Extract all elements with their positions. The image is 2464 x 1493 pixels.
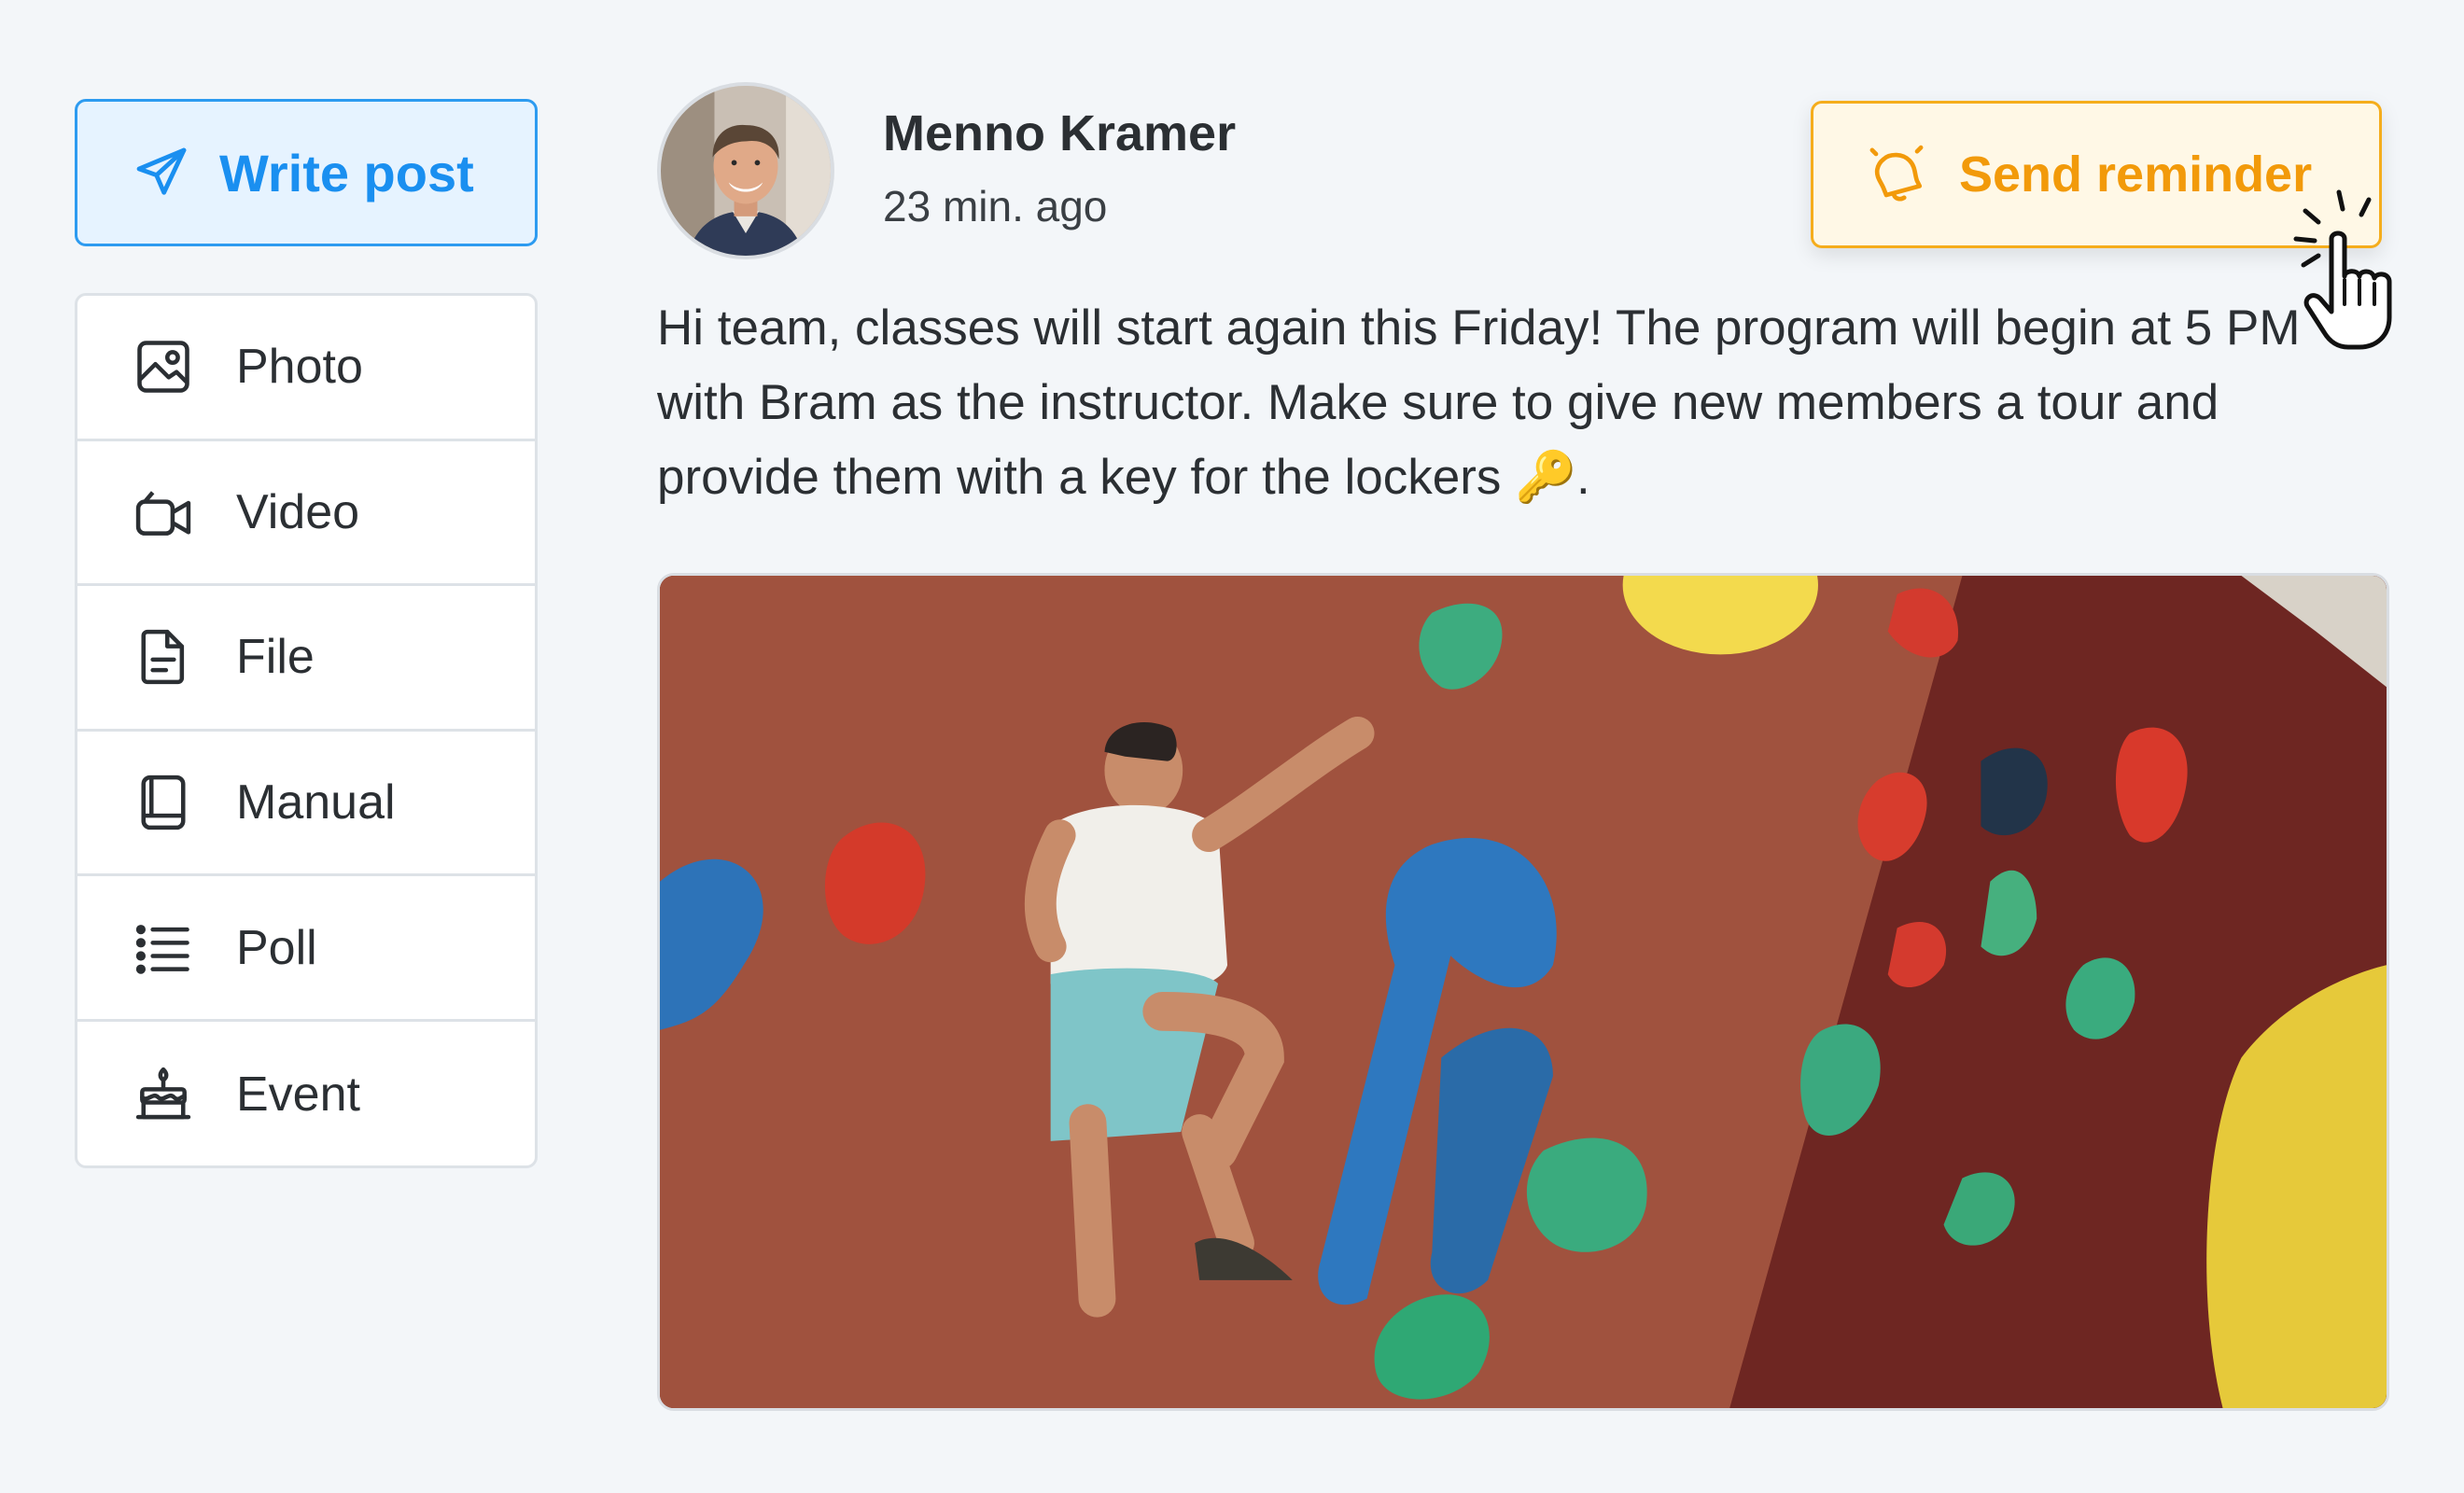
menu-item-file[interactable]: File bbox=[77, 586, 535, 732]
menu-item-label: Poll bbox=[236, 920, 317, 975]
menu-item-event[interactable]: Event bbox=[77, 1022, 535, 1165]
video-icon bbox=[135, 491, 191, 536]
author-name[interactable]: Menno Kramer bbox=[883, 105, 1236, 162]
file-icon bbox=[141, 630, 185, 685]
climbing-wall-image bbox=[660, 576, 2387, 1408]
menu-item-poll[interactable]: Poll bbox=[77, 876, 535, 1022]
menu-item-photo[interactable]: Photo bbox=[77, 296, 535, 441]
pointer-hand-cursor-icon bbox=[2293, 189, 2392, 350]
poll-icon bbox=[135, 924, 189, 974]
manual-icon bbox=[141, 774, 186, 830]
avatar-portrait bbox=[661, 86, 831, 256]
send-reminder-label: Send reminder bbox=[1959, 147, 2313, 202]
photo-icon bbox=[137, 341, 189, 394]
post-type-menu: Photo Video File Manual Poll Event bbox=[75, 293, 538, 1168]
send-plane-icon bbox=[136, 147, 187, 195]
menu-item-manual[interactable]: Manual bbox=[77, 732, 535, 877]
menu-item-label: Video bbox=[236, 484, 360, 539]
post-body-text: Hi team, classes will start again this F… bbox=[657, 300, 2301, 505]
write-post-button[interactable]: Write post bbox=[75, 99, 538, 246]
post-photo[interactable] bbox=[657, 573, 2389, 1411]
menu-item-label: Manual bbox=[236, 775, 396, 830]
bell-ringing-icon bbox=[1869, 145, 1924, 202]
app-stage: Write post Photo Video File Manual Poll … bbox=[0, 0, 2464, 1493]
menu-item-video[interactable]: Video bbox=[77, 441, 535, 587]
event-cake-icon bbox=[135, 1067, 191, 1120]
menu-item-label: Photo bbox=[236, 340, 363, 395]
author-avatar[interactable] bbox=[657, 82, 834, 259]
write-post-label: Write post bbox=[219, 143, 474, 202]
menu-item-label: File bbox=[236, 630, 315, 685]
post-timestamp: 23 min. ago bbox=[883, 182, 1108, 230]
menu-item-label: Event bbox=[236, 1067, 360, 1122]
